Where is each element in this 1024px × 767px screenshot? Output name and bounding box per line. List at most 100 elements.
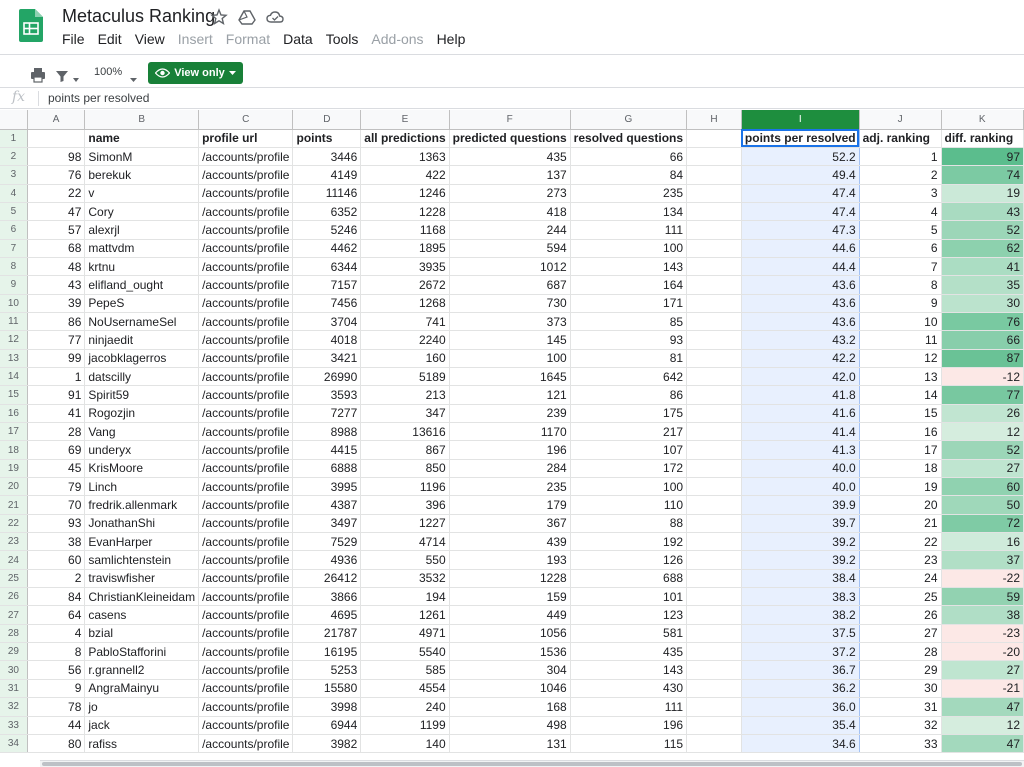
cell-pred[interactable]: 439	[449, 532, 571, 552]
cell-all[interactable]: 1895	[360, 239, 450, 258]
column-header-b[interactable]: B	[84, 110, 200, 130]
cell-res[interactable]: 126	[570, 550, 688, 570]
cell-points[interactable]: 7529	[292, 532, 362, 552]
row-number[interactable]: 5	[0, 202, 28, 222]
cell-h[interactable]	[686, 349, 742, 368]
cell-points[interactable]: 3998	[292, 697, 362, 717]
cell-url[interactable]: /accounts/profile	[198, 440, 294, 460]
row-number[interactable]: 10	[0, 294, 28, 313]
cell-res[interactable]: 111	[570, 220, 688, 240]
cell-name[interactable]: fredrik.allenmark	[84, 495, 200, 515]
cell-points[interactable]: 6944	[292, 716, 362, 735]
row-number[interactable]: 19	[0, 459, 28, 479]
cell-h[interactable]	[686, 514, 742, 534]
cell-ppr[interactable]: 35.4	[740, 716, 860, 735]
cell-points[interactable]: 7456	[292, 294, 362, 313]
cell-h[interactable]	[686, 275, 742, 295]
row-number[interactable]: 31	[0, 679, 28, 699]
row-number[interactable]: 20	[0, 477, 28, 497]
cell-ppr[interactable]: 41.3	[740, 440, 860, 460]
cell-name[interactable]: Vang	[84, 422, 200, 442]
cell-ppr[interactable]: 43.2	[740, 330, 860, 350]
cell-adj[interactable]: 3	[859, 184, 942, 203]
cell-all[interactable]: 5189	[360, 367, 450, 387]
cell-a[interactable]: 9	[27, 679, 86, 699]
cell-ppr[interactable]: 44.4	[740, 257, 860, 277]
cell-diff[interactable]: 77	[941, 385, 1024, 405]
cell-h[interactable]	[686, 422, 742, 442]
row-number[interactable]: 27	[0, 605, 28, 625]
cell-all[interactable]: 422	[360, 165, 450, 185]
cell-url[interactable]: /accounts/profile	[198, 275, 294, 295]
cell-pred[interactable]: 131	[449, 734, 571, 754]
cell-ppr[interactable]: 36.2	[740, 679, 860, 699]
cell-points[interactable]: 3421	[292, 349, 362, 368]
row-number[interactable]: 8	[0, 257, 28, 277]
cell-url[interactable]: /accounts/profile	[198, 514, 294, 534]
cell-res[interactable]: 88	[570, 514, 688, 534]
cell-ppr[interactable]: 42.2	[740, 349, 860, 368]
row-number[interactable]: 26	[0, 587, 28, 607]
cell-name[interactable]: EvanHarper	[84, 532, 200, 552]
cell-h[interactable]	[686, 202, 742, 222]
column-header-c[interactable]: C	[198, 110, 294, 130]
row-number[interactable]: 13	[0, 349, 28, 368]
cell-diff[interactable]: 12	[941, 716, 1024, 735]
cell-points[interactable]: 4415	[292, 440, 362, 460]
cell-a[interactable]: 1	[27, 367, 86, 387]
cell-ppr[interactable]: 49.4	[740, 165, 860, 185]
cell-points[interactable]: 16195	[292, 642, 362, 662]
cell-points[interactable]: 3704	[292, 312, 362, 332]
cell-points[interactable]: 5253	[292, 660, 362, 680]
cell-pred[interactable]: 594	[449, 239, 571, 258]
cell-adj[interactable]: 27	[859, 624, 942, 644]
cell-adj[interactable]: 5	[859, 220, 942, 240]
cell-diff[interactable]: -12	[941, 367, 1024, 387]
cell-name[interactable]: Rogozjin	[84, 404, 200, 424]
row-number[interactable]: 3	[0, 165, 28, 185]
cell-h[interactable]	[686, 532, 742, 552]
row-number[interactable]: 6	[0, 220, 28, 240]
column-header-h[interactable]: H	[686, 110, 742, 130]
cell-adj[interactable]: 19	[859, 477, 942, 497]
cell-pred[interactable]: 418	[449, 202, 571, 222]
cell-points[interactable]: 7277	[292, 404, 362, 424]
cell-adj[interactable]: 33	[859, 734, 942, 754]
column-title-cell[interactable]: all predictions	[360, 129, 450, 148]
cell-ppr[interactable]: 52.2	[740, 147, 860, 167]
cell-diff[interactable]: 27	[941, 459, 1024, 479]
row-number[interactable]: 34	[0, 734, 28, 754]
horizontal-scrollbar[interactable]	[40, 760, 1024, 767]
cell-all[interactable]: 2240	[360, 330, 450, 350]
cell-a[interactable]: 4	[27, 624, 86, 644]
cell-adj[interactable]: 14	[859, 385, 942, 405]
cloud-saved-icon[interactable]	[266, 8, 284, 26]
cell-ppr[interactable]: 40.0	[740, 459, 860, 479]
column-title-cell[interactable]: adj. ranking	[859, 129, 942, 148]
cell-diff[interactable]: 66	[941, 330, 1024, 350]
cell-res[interactable]: 217	[570, 422, 688, 442]
cell-name[interactable]: krtnu	[84, 257, 200, 277]
cell-adj[interactable]: 9	[859, 294, 942, 313]
cell-res[interactable]: 688	[570, 569, 688, 589]
cell-pred[interactable]: 145	[449, 330, 571, 350]
cell-res[interactable]: 115	[570, 734, 688, 754]
cell-all[interactable]: 194	[360, 587, 450, 607]
cell-h[interactable]	[686, 716, 742, 735]
cell-diff[interactable]: 27	[941, 660, 1024, 680]
cell-a[interactable]: 77	[27, 330, 86, 350]
cell-adj[interactable]: 16	[859, 422, 942, 442]
cell-name[interactable]: AngraMainyu	[84, 679, 200, 699]
cell-pred[interactable]: 235	[449, 477, 571, 497]
cell-url[interactable]: /accounts/profile	[198, 477, 294, 497]
cell-pred[interactable]: 1046	[449, 679, 571, 699]
cell-res[interactable]: 86	[570, 385, 688, 405]
cell-name[interactable]: jacobklagerros	[84, 349, 200, 368]
column-title-cell[interactable]: profile url	[198, 129, 294, 148]
row-number[interactable]: 4	[0, 184, 28, 203]
cell-diff[interactable]: 47	[941, 734, 1024, 754]
cell-pred[interactable]: 137	[449, 165, 571, 185]
cell-points[interactable]: 15580	[292, 679, 362, 699]
cell-name[interactable]: underyx	[84, 440, 200, 460]
cell-a[interactable]: 22	[27, 184, 86, 203]
